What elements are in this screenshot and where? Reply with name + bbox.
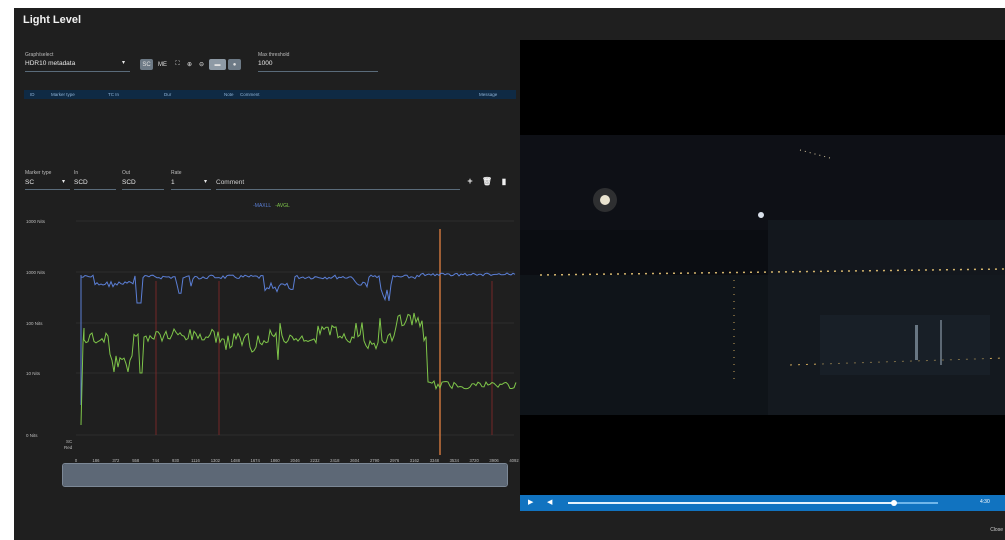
graph-select-label: Graph/select [25, 52, 54, 58]
marker-icon[interactable]: ● [228, 59, 241, 70]
rate-label: Rate [171, 170, 182, 176]
chevron-down-icon[interactable]: ▾ [62, 178, 65, 185]
in-underline [74, 189, 116, 190]
export-icon[interactable]: ▮ [499, 176, 509, 186]
rate-select[interactable]: 1 [171, 179, 175, 186]
seek-bar-fill [568, 502, 894, 504]
avgl-series-line [80, 312, 517, 426]
me-toggle-button[interactable]: ME [156, 59, 169, 70]
out-underline [122, 189, 164, 190]
in-label: In [74, 170, 79, 176]
marker-table-header: ID Marker type TC In Dur Note Comment Me… [24, 90, 516, 99]
add-marker-icon[interactable]: + [465, 176, 475, 186]
col-id: ID [30, 92, 35, 97]
seek-bar[interactable] [568, 500, 938, 506]
col-message: Message [479, 92, 498, 97]
night-bridge-scene [520, 135, 1005, 415]
x-tick-label: 4092 [509, 458, 519, 463]
y-tick-label: 1000 Nits [26, 219, 46, 224]
marker-type-underline [25, 189, 70, 190]
y-tick-label: 1000 Nits [26, 270, 46, 275]
marker-type-label: Marker type [25, 170, 52, 176]
y-tick-label: 100 Nits [26, 321, 43, 326]
max-threshold-underline [258, 71, 378, 72]
close-button[interactable]: Close [990, 527, 1003, 533]
col-comment: Comment [240, 92, 260, 97]
chevron-down-icon[interactable]: ▾ [204, 178, 207, 185]
chart-plot: 1000 Nits 1000 Nits 100 Nits 10 Nits 0 Nits S… [26, 219, 519, 463]
graph-select-underline [25, 71, 130, 72]
col-dur: Dur [164, 92, 172, 97]
max-threshold-input[interactable]: 1000 [258, 60, 272, 67]
timeline-range-thumb[interactable] [63, 464, 507, 486]
zoom-out-icon[interactable]: ⊖ [196, 59, 207, 70]
light-level-chart[interactable]: -MAXLL -AVGL 1000 Nits 1000 Nits 100 Nits 1… [24, 203, 519, 463]
seek-bar-knob[interactable] [890, 500, 897, 506]
rate-underline [171, 189, 211, 190]
volume-icon[interactable]: ◀ [547, 498, 552, 506]
max-threshold-label: Max threshold [258, 52, 290, 58]
comment-input[interactable]: Comment [216, 179, 244, 186]
range-select-icon[interactable]: ▬ [209, 59, 226, 70]
video-frame[interactable] [520, 40, 1005, 495]
in-input[interactable]: SCD [74, 179, 88, 186]
play-icon[interactable]: ▶ [528, 498, 533, 506]
light-level-panel: Light Level Graph/select HDR10 metadata … [14, 8, 1005, 540]
page-title: Light Level [23, 14, 82, 26]
time-readout: 4:30 [980, 499, 990, 505]
graph-select-value[interactable]: HDR10 metadata [25, 60, 75, 67]
chevron-down-icon[interactable]: ▾ [122, 59, 125, 66]
timeline-range-scrollbar[interactable] [62, 463, 508, 487]
out-input[interactable]: SCD [122, 179, 136, 186]
fullscreen-icon[interactable]: ⛶ [172, 59, 183, 70]
y-tick-label: 10 Nits [26, 371, 41, 376]
delete-icon[interactable]: 🗑 [482, 176, 492, 186]
y-extra-label: Red [64, 445, 73, 450]
sc-toggle-button[interactable]: SC [140, 59, 153, 70]
out-label: Out [122, 170, 131, 176]
marker-type-select[interactable]: SC [25, 179, 34, 186]
col-marker-type: Marker type [51, 92, 75, 97]
col-tc-in: TC In [108, 92, 120, 97]
video-controls-bar: ▶ ◀ 4:30 [520, 495, 1005, 511]
col-note: Note [224, 92, 234, 97]
y-extra-label: SC [66, 439, 73, 444]
zoom-in-icon[interactable]: ⊕ [184, 59, 195, 70]
y-tick-label: 0 Nits [26, 433, 38, 438]
comment-underline [216, 189, 460, 190]
